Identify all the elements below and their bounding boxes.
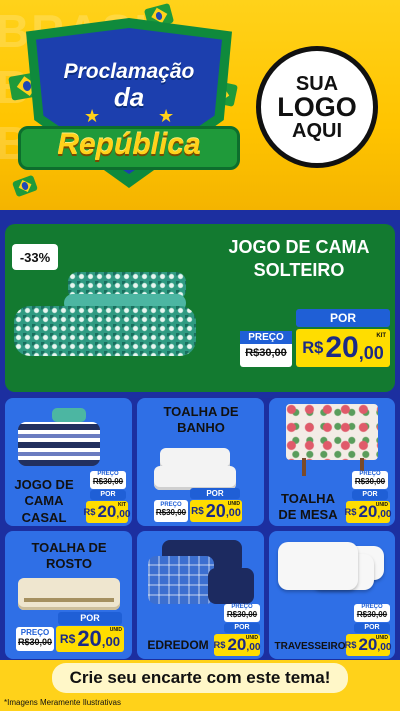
old-price: R$30,00 <box>245 347 287 359</box>
current-price: R$ 20 ,00 UNID <box>344 634 392 656</box>
old-price-box: PREÇO R$30,00 <box>352 471 388 489</box>
emblem-title-line2: da <box>113 82 145 112</box>
old-price-box: PREÇO R$30,00 <box>354 604 390 622</box>
por-label: POR <box>90 490 126 500</box>
current-price: R$ 20 ,00 KIT <box>83 501 131 523</box>
disclaimer-text: *Imagens Meramente Ilustrativas <box>0 696 400 711</box>
current-price: R$ 20 ,00 UNID <box>190 500 242 522</box>
current-price: R$ 20 ,00 UNID <box>56 626 124 652</box>
star-icon: ★ <box>84 106 101 126</box>
logo-text-line3: AQUI <box>292 119 342 142</box>
product-title: TOALHA DE ROSTO <box>31 540 107 572</box>
por-label: POR <box>296 309 390 327</box>
current-price: R$ 20 ,00 UNID <box>213 634 261 656</box>
hero-product-title: JOGO DE CAMA SOLTEIRO <box>228 237 370 281</box>
por-label: POR <box>190 488 240 499</box>
current-price: R$ 20 ,00 KIT <box>296 329 390 367</box>
old-price-box: PREÇO R$30,00 <box>16 627 54 651</box>
discount-badge: -33% <box>12 244 58 270</box>
star-icon: ★ <box>158 106 175 126</box>
por-label: POR <box>354 623 390 633</box>
old-price-box: PREÇO R$30,00 <box>224 604 260 622</box>
logo-text-line1: SUA <box>295 72 339 95</box>
product-title: TRAVESSEIRO <box>274 641 346 652</box>
current-price: R$ 20 ,00 UNID <box>344 501 392 523</box>
product-title: EDREDOM <box>147 638 209 652</box>
old-price-box: PREÇO R$30,00 <box>240 331 292 367</box>
logo-placeholder[interactable]: SUA LOGO AQUI <box>256 46 378 168</box>
cta-bar: Crie seu encarte com este tema! <box>0 660 400 696</box>
logo-text-line2: LOGO <box>277 91 357 122</box>
por-label: POR <box>352 490 388 500</box>
emblem-title-line1: Proclamação <box>63 60 195 83</box>
old-price-box: PREÇO R$30,00 <box>154 500 188 522</box>
old-price-box: PREÇO R$30,00 <box>90 471 126 489</box>
por-label: POR <box>224 623 260 633</box>
preco-label: PREÇO <box>240 331 292 344</box>
product-title: JOGO DE CAMA CASAL <box>14 477 74 525</box>
product-title: TOALHA DE BANHO <box>163 404 239 436</box>
header-banner: BRASIL BRASIL BRASIL Proclamação da ★ ★ … <box>0 0 400 210</box>
por-label: POR <box>58 612 122 625</box>
proclamacao-emblem: Proclamação da ★ ★ República <box>18 18 240 188</box>
product-title: TOALHA DE MESA <box>278 491 338 523</box>
emblem-title-line3: República <box>57 128 201 161</box>
create-flyer-button[interactable]: Crie seu encarte com este tema! <box>51 663 349 693</box>
